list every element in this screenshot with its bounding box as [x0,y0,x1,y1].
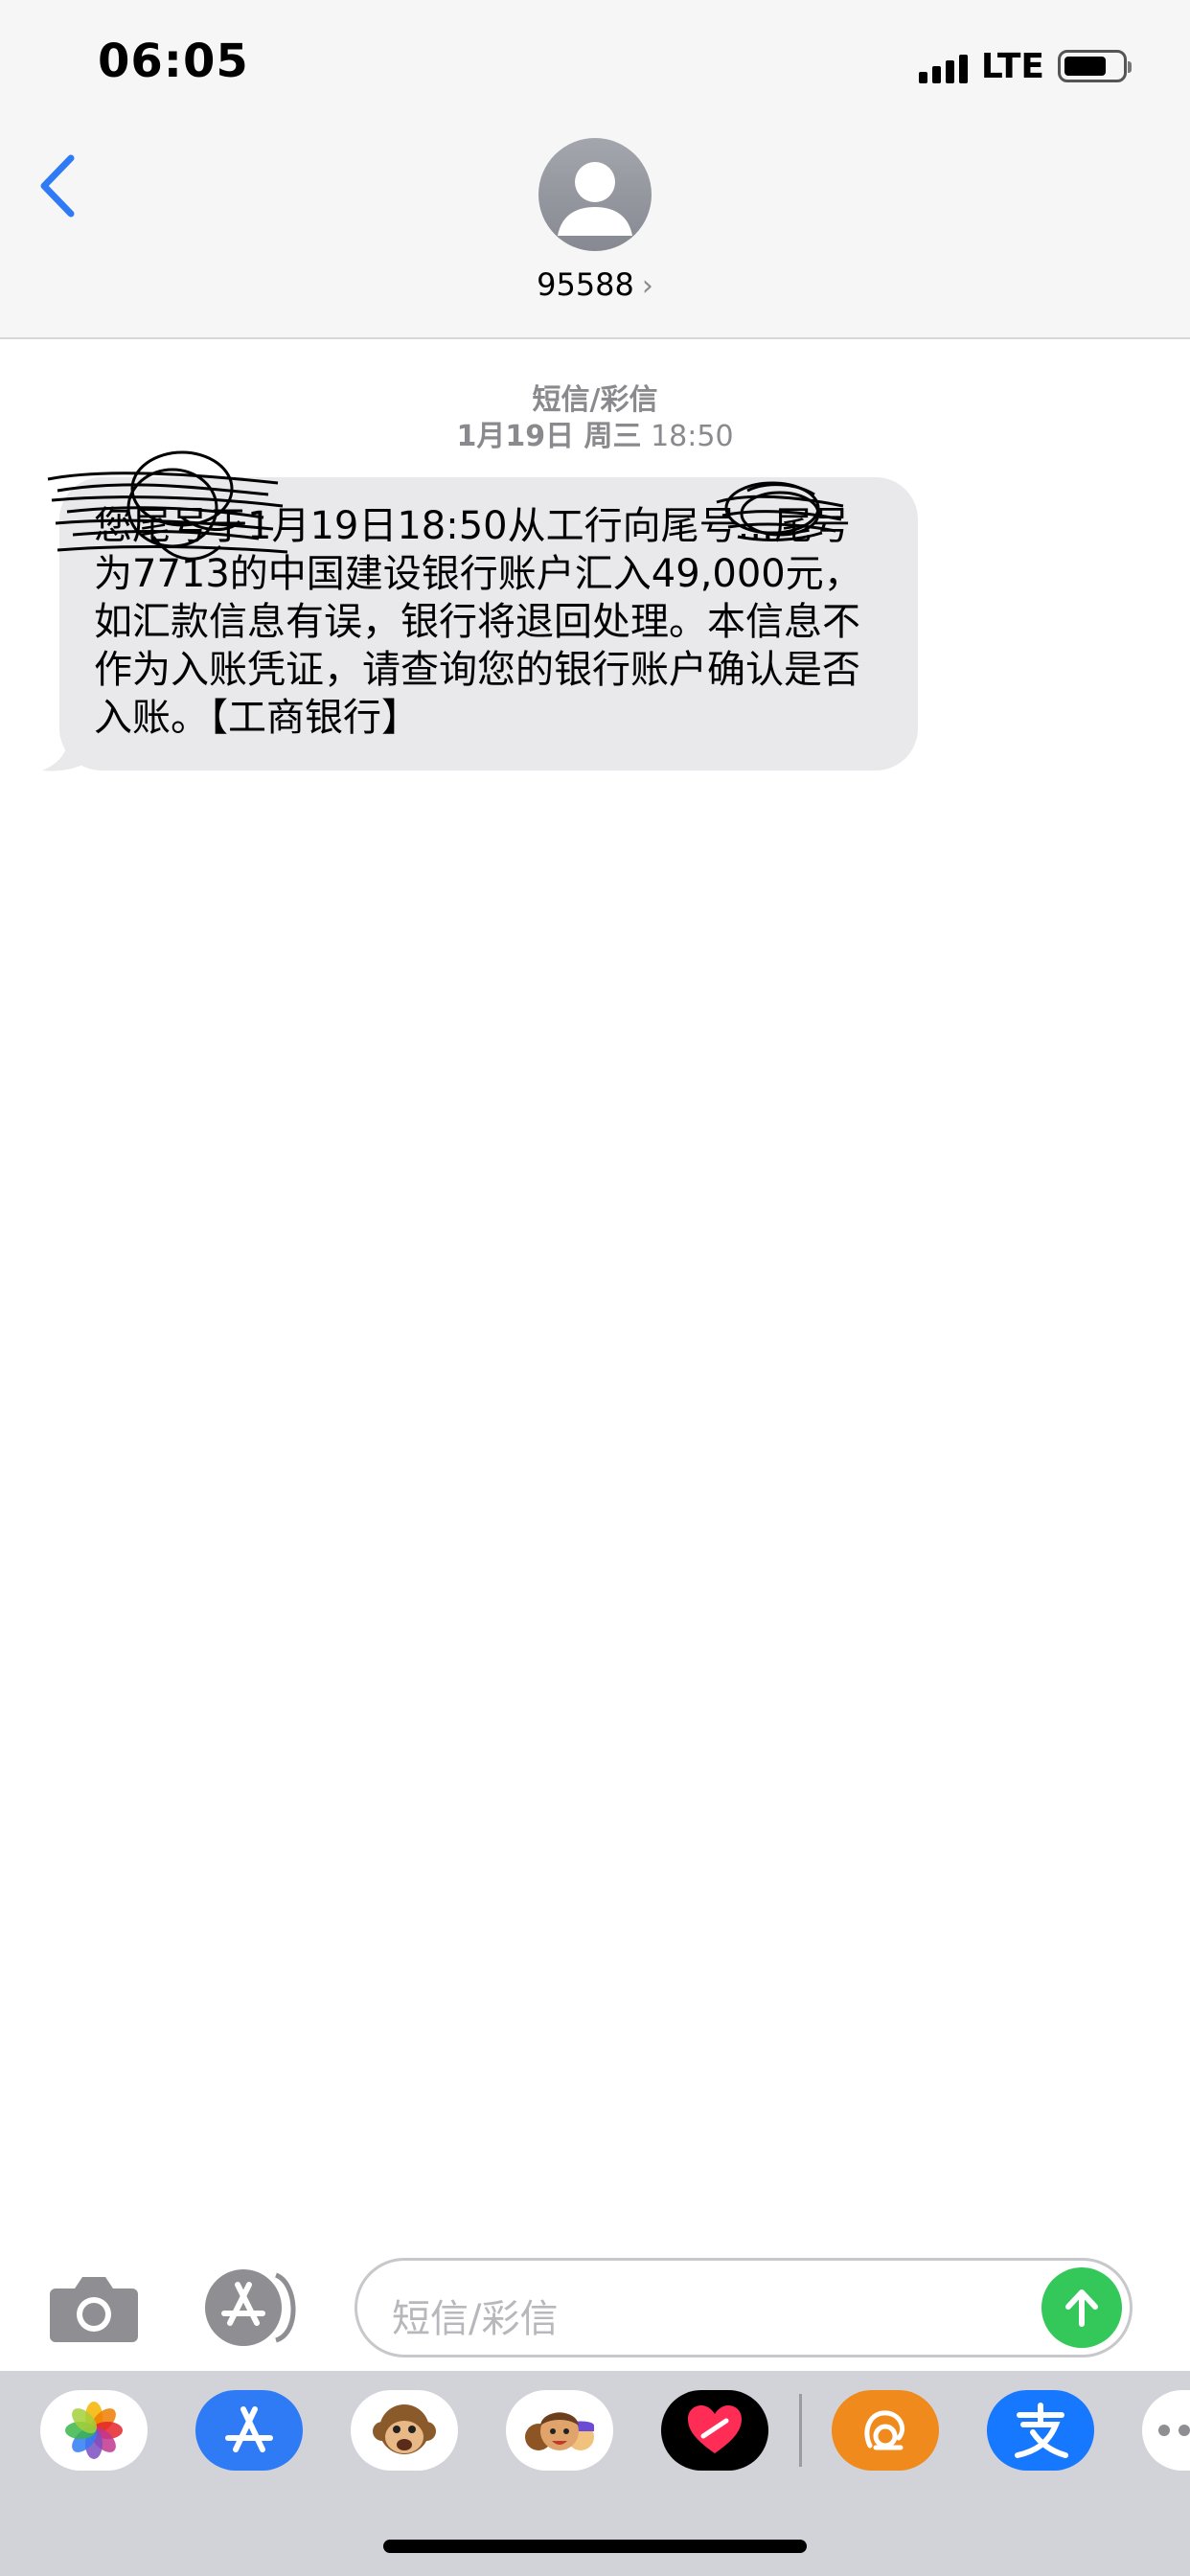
status-time: 06:05 [98,34,249,88]
message-input[interactable]: 短信/彩信 [355,2258,1133,2358]
squirrel-icon [864,2410,904,2450]
person-icon [558,162,632,236]
app-store-app-button[interactable] [195,2390,303,2471]
alipay-icon [1015,2403,1068,2458]
memoji-app-button[interactable] [506,2390,613,2471]
apps-button[interactable] [201,2267,307,2348]
home-indicator[interactable] [383,2540,807,2553]
message-date: 1月19日 周三 [456,420,642,453]
more-icon [1158,2425,1190,2436]
battery-icon [1058,50,1132,82]
animoji-app-button[interactable] [351,2390,458,2471]
chevron-left-icon [40,154,75,218]
drawer-divider [799,2394,802,2467]
camera-button[interactable] [48,2273,140,2344]
photos-icon [65,2402,123,2459]
send-button[interactable] [1041,2267,1122,2348]
message-timestamp: 1月19日 周三 18:50 [0,412,1190,454]
app-store-icon [205,2269,296,2346]
cellular-signal-icon [918,49,968,83]
status-indicators: LTE [918,42,1132,90]
app-store-icon [225,2406,273,2452]
uc-browser-app-button[interactable] [832,2390,939,2471]
contact-name: 95588 [537,266,634,303]
network-type: LTE [980,46,1044,86]
message-time: 18:50 [651,420,734,453]
digital-touch-app-button[interactable] [661,2390,768,2471]
back-button[interactable] [29,146,86,226]
alipay-app-button[interactable] [987,2390,1094,2471]
contact-avatar[interactable] [538,138,652,251]
chevron-right-icon: › [641,269,653,303]
monkey-icon [373,2404,436,2454]
camera-icon [50,2277,138,2342]
photos-app-button[interactable] [40,2390,148,2471]
arrow-up-icon [1065,2289,1098,2327]
heart-icon [688,2405,742,2453]
message-bubble[interactable]: 您尾号于1月19日18:50从工行向尾号...尾号为7713的中国建设银行账户汇… [59,477,918,770]
contact-name-button[interactable]: 95588 › [0,266,1190,303]
memoji-icon [525,2412,594,2450]
message-input-placeholder: 短信/彩信 [392,2297,559,2341]
